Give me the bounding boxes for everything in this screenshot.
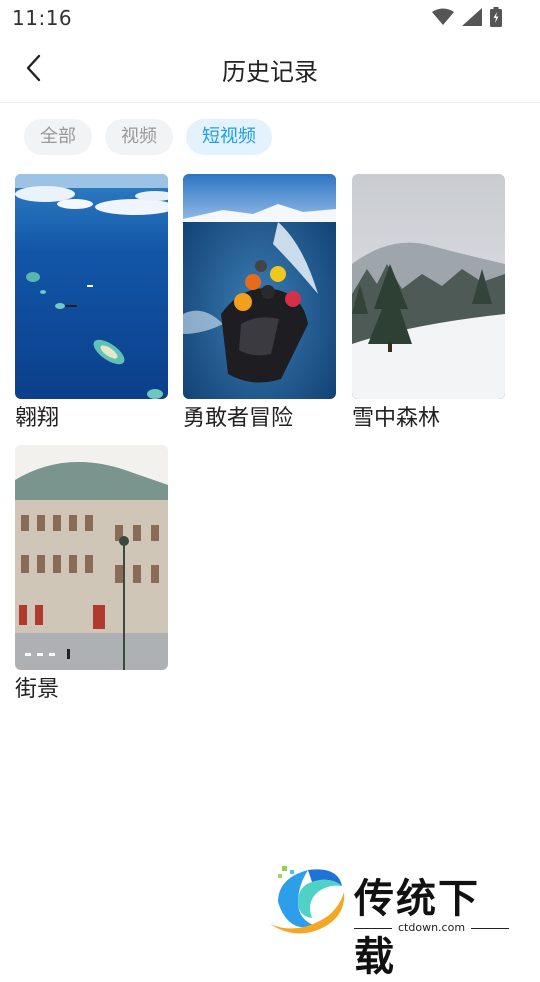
- cellular-signal-icon: [462, 8, 482, 26]
- app-header: 历史记录: [0, 36, 540, 103]
- filter-tabs: 全部 视频 短视频: [24, 119, 272, 155]
- video-thumbnail[interactable]: [15, 174, 168, 399]
- ctdown-logo-icon: [270, 866, 345, 934]
- status-time: 11:16: [12, 6, 73, 30]
- history-card[interactable]: 街景: [15, 445, 168, 706]
- video-thumbnail[interactable]: [352, 174, 505, 399]
- history-card[interactable]: 翱翔: [15, 174, 168, 435]
- battery-icon: [490, 7, 502, 27]
- status-icons: [432, 7, 502, 27]
- watermark-logo: 传统下载 ctdown.com: [268, 862, 518, 980]
- video-thumbnail[interactable]: [183, 174, 336, 399]
- watermark-domain: ctdown.com: [392, 921, 472, 934]
- card-title: 翱翔: [15, 406, 60, 431]
- page-title: 历史记录: [222, 58, 318, 86]
- tab-video[interactable]: 视频: [105, 119, 173, 155]
- video-thumbnail[interactable]: [15, 445, 168, 670]
- tab-short-video[interactable]: 短视频: [186, 119, 272, 155]
- history-card[interactable]: 勇敢者冒险: [183, 174, 336, 435]
- history-card[interactable]: 雪中森林: [352, 174, 505, 435]
- tab-all[interactable]: 全部: [24, 119, 92, 155]
- card-title: 勇敢者冒险: [183, 406, 294, 431]
- wifi-icon: [432, 8, 454, 25]
- card-title: 雪中森林: [352, 406, 441, 431]
- card-title: 街景: [15, 677, 60, 702]
- status-bar: 11:16: [0, 0, 540, 36]
